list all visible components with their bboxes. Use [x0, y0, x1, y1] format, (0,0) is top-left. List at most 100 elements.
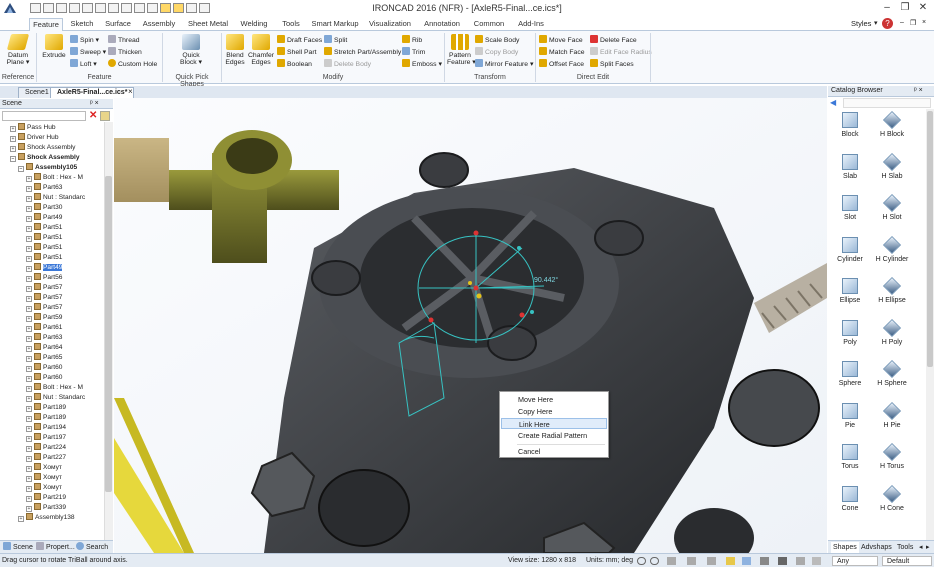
tree-expand-icon[interactable]: +: [10, 126, 16, 132]
tree-item[interactable]: + Хомут: [0, 483, 62, 493]
tree-expand-icon[interactable]: +: [26, 486, 32, 492]
tree-item[interactable]: + Part57: [0, 303, 62, 313]
tree-expand-icon[interactable]: +: [26, 206, 32, 212]
split-button[interactable]: Split: [324, 35, 347, 45]
tree-item[interactable]: − Assembly105: [0, 163, 77, 173]
tree-item[interactable]: + Driver Hub: [0, 133, 59, 143]
tree-expand-icon[interactable]: +: [18, 516, 24, 522]
ribbon-restore-icon[interactable]: ❐: [910, 19, 916, 27]
tree-item[interactable]: + Part189: [0, 403, 66, 413]
catalog-shape[interactable]: Block: [829, 112, 871, 138]
tree-item[interactable]: + Part339: [0, 503, 66, 513]
chamfer-edges-button[interactable]: Chamfer Edges: [248, 34, 274, 66]
catalog-shape[interactable]: H Poly: [871, 318, 913, 346]
tree-item[interactable]: + Part65: [0, 353, 62, 363]
ribbon-minimize-icon[interactable]: –: [900, 19, 904, 26]
tree-item[interactable]: + Хомут: [0, 463, 62, 473]
scene-panel-pin-icon[interactable]: ᵖ ×: [90, 99, 99, 108]
tree-item[interactable]: + Part51: [0, 253, 62, 263]
draft-faces-button[interactable]: Draft Faces: [277, 35, 322, 45]
tree-expand-icon[interactable]: +: [26, 426, 32, 432]
restore-button[interactable]: ❐: [898, 1, 912, 14]
tree-expand-icon[interactable]: +: [26, 406, 32, 412]
render-mode-icon[interactable]: [778, 557, 787, 565]
shading-icon[interactable]: [796, 557, 805, 565]
tree-expand-icon[interactable]: +: [26, 316, 32, 322]
grid-icon[interactable]: [742, 557, 751, 565]
emboss-button[interactable]: Emboss ▾: [402, 59, 442, 69]
loft-button[interactable]: Loft ▾: [70, 59, 97, 69]
catalog-shape[interactable]: H Torus: [871, 442, 913, 470]
tree-expand-icon[interactable]: +: [26, 256, 32, 262]
tree-expand-icon[interactable]: +: [26, 396, 32, 402]
tab-tools[interactable]: Tools: [278, 18, 304, 31]
tree-item[interactable]: + Part60: [0, 363, 62, 373]
tree-expand-icon[interactable]: +: [26, 336, 32, 342]
tree-item[interactable]: + Part30: [0, 203, 62, 213]
properties-tab[interactable]: Propert...: [36, 542, 75, 553]
3d-viewport[interactable]: 90.442°: [114, 98, 827, 553]
tree-expand-icon[interactable]: +: [26, 346, 32, 352]
tree-item[interactable]: + Хомут: [0, 473, 62, 483]
tree-expand-icon[interactable]: +: [26, 476, 32, 482]
catalog-shape[interactable]: H Cone: [871, 484, 913, 512]
selection-filter-dropdown[interactable]: Any: [832, 556, 878, 566]
tree-expand-icon[interactable]: +: [26, 276, 32, 282]
catalog-shape[interactable]: Sphere: [829, 361, 871, 387]
tree-expand-icon[interactable]: +: [26, 506, 32, 512]
catalog-tab-advshaps[interactable]: Advshaps: [861, 542, 892, 553]
tree-item[interactable]: + Nut : Standarc: [0, 193, 85, 203]
tree-expand-icon[interactable]: −: [18, 166, 24, 172]
tab-annotation[interactable]: Annotation: [421, 18, 463, 31]
catalog-shape[interactable]: Ellipse: [829, 278, 871, 304]
tab-feature[interactable]: Feature: [29, 18, 63, 32]
search-tab[interactable]: Search: [76, 542, 108, 553]
tree-expand-icon[interactable]: +: [26, 436, 32, 442]
copy-body-button[interactable]: Copy Body: [475, 47, 518, 57]
tree-item[interactable]: + Bolt : Hex - M: [0, 173, 83, 183]
catalog-shape[interactable]: H Pie: [871, 401, 913, 429]
tree-expand-icon[interactable]: +: [26, 266, 32, 272]
tree-item[interactable]: + Part197: [0, 433, 66, 443]
snap-icon[interactable]: [726, 557, 735, 565]
tree-item[interactable]: + Nut : Standarc: [0, 393, 85, 403]
offset-face-button[interactable]: Offset Face: [539, 59, 584, 69]
tree-item[interactable]: + Part63: [0, 183, 62, 193]
trim-button[interactable]: Trim: [402, 47, 425, 57]
tree-expand-icon[interactable]: +: [26, 196, 32, 202]
catalog-shape[interactable]: Slot: [829, 195, 871, 221]
tree-expand-icon[interactable]: +: [26, 286, 32, 292]
tree-item[interactable]: + Part57: [0, 283, 62, 293]
catalog-shape[interactable]: Torus: [829, 444, 871, 470]
shell-part-button[interactable]: Shell Part: [277, 47, 316, 57]
tree-expand-icon[interactable]: +: [26, 186, 32, 192]
menu-copy-here[interactable]: Copy Here: [501, 406, 607, 417]
doc-tab-close-icon[interactable]: ×: [128, 87, 133, 96]
menu-move-here[interactable]: Move Here: [501, 394, 607, 405]
zoom-window-icon[interactable]: [650, 557, 659, 565]
catalog-scroll-thumb[interactable]: [927, 111, 933, 367]
tree-expand-icon[interactable]: +: [26, 226, 32, 232]
minimize-button[interactable]: –: [880, 1, 894, 14]
tree-item[interactable]: + Part51: [0, 223, 62, 233]
tree-item[interactable]: + Part49: [0, 263, 63, 273]
tree-item[interactable]: + Part51: [0, 243, 62, 253]
catalog-shape[interactable]: H Slab: [871, 152, 913, 180]
sort-icon[interactable]: [100, 111, 110, 121]
view-mode-icon[interactable]: [760, 557, 769, 565]
menu-create-radial-pattern[interactable]: Create Radial Pattern: [501, 430, 607, 441]
tree-expand-icon[interactable]: +: [26, 466, 32, 472]
tree-expand-icon[interactable]: +: [26, 366, 32, 372]
sweep-button[interactable]: Sweep ▾: [70, 47, 106, 57]
quick-block-button[interactable]: Quick Block ▾: [176, 34, 206, 66]
tree-expand-icon[interactable]: +: [26, 216, 32, 222]
scale-body-button[interactable]: Scale Body: [475, 35, 519, 45]
catalog-shape[interactable]: Cylinder: [829, 236, 871, 263]
stretch-button[interactable]: Stretch Part/Assembly: [324, 47, 401, 57]
catalog-shape[interactable]: Cone: [829, 485, 871, 512]
tree-expand-icon[interactable]: +: [26, 236, 32, 242]
tree-expand-icon[interactable]: +: [26, 456, 32, 462]
tab-sheet-metal[interactable]: Sheet Metal: [185, 18, 231, 31]
tree-item[interactable]: + Part189: [0, 413, 66, 423]
tree-item[interactable]: − Shock Assembly: [0, 153, 80, 163]
